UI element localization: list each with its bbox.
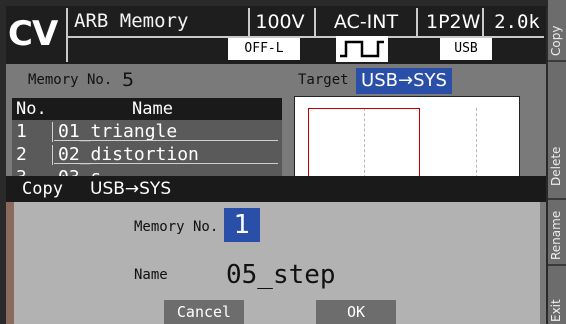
dialog-title-bar: Copy USB→SYS xyxy=(6,176,546,202)
column-header-no: No. xyxy=(16,99,47,119)
divider xyxy=(54,140,278,141)
wiring-mode: 1P2W xyxy=(426,11,481,33)
divider xyxy=(66,8,68,62)
dialog-name-field[interactable]: 05_step xyxy=(226,258,376,292)
dialog-title-action: Copy xyxy=(22,179,63,199)
memory-no-label: Memory No. xyxy=(28,72,113,88)
divider xyxy=(54,163,278,164)
target-selector[interactable]: USB→SYS xyxy=(356,68,452,94)
waveform-trace xyxy=(308,108,420,180)
dialog-memory-no-label: Memory No. xyxy=(134,219,219,235)
dialog-name-label: Name xyxy=(134,267,168,283)
softkey-delete[interactable]: Delete xyxy=(548,130,566,190)
dialog-title-target: USB→SYS xyxy=(90,179,172,199)
divider xyxy=(314,8,316,36)
row-number: 2 xyxy=(16,144,27,165)
target-label: Target xyxy=(298,72,349,88)
softkey-rename[interactable]: Rename xyxy=(548,200,566,264)
column-header-name: Name xyxy=(132,99,173,119)
ok-button[interactable]: OK xyxy=(316,300,396,324)
operation-mode: CV xyxy=(8,14,58,54)
divider xyxy=(548,60,566,62)
list-item[interactable]: 1 01_triangle xyxy=(12,122,282,142)
softkey-label: Rename xyxy=(549,210,563,260)
list-header: No. Name xyxy=(12,98,282,120)
softkey-label: Exit xyxy=(549,299,563,322)
softkey-copy[interactable]: Copy xyxy=(548,0,566,60)
memory-no-value[interactable]: 5 xyxy=(122,68,142,92)
softkey-exit[interactable]: Exit xyxy=(548,266,566,324)
divider xyxy=(52,145,53,165)
square-wave-icon xyxy=(336,36,388,62)
cancel-button[interactable]: Cancel xyxy=(164,300,244,324)
current-range: 2.0k xyxy=(494,11,540,33)
signal-source: AC-INT xyxy=(333,11,399,33)
output-status-badge: OFF-L xyxy=(228,38,300,60)
row-name: 02_distortion xyxy=(58,144,199,165)
grid-line xyxy=(476,108,477,178)
interface-badge: USB xyxy=(440,38,492,60)
row-number: 1 xyxy=(16,121,27,142)
softkey-label: Delete xyxy=(549,146,563,186)
divider xyxy=(482,8,484,36)
divider xyxy=(248,8,250,36)
screen-title: ARB Memory xyxy=(74,10,189,32)
dialog-edge xyxy=(6,202,14,324)
dialog-memory-no-input[interactable]: 1 xyxy=(224,208,260,242)
softkey-label: Copy xyxy=(549,25,563,56)
voltage-range: 100V xyxy=(255,11,305,33)
list-item[interactable]: 2 02_distortion xyxy=(12,145,282,165)
divider xyxy=(416,8,418,36)
row-name: 01_triangle xyxy=(58,121,178,142)
divider xyxy=(52,122,53,142)
